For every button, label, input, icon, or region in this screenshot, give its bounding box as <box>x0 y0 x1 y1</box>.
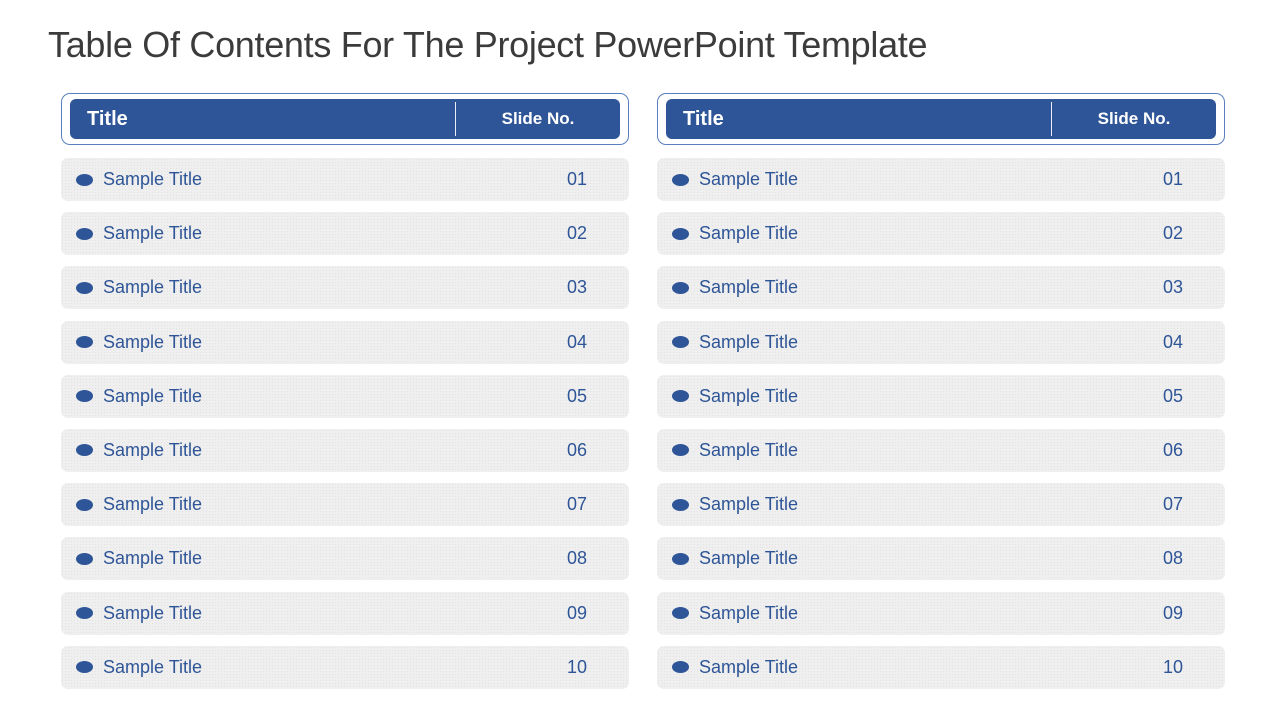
row-title: Sample Title <box>103 331 203 352</box>
toc-row: Sample Title 05 <box>61 374 629 418</box>
row-slide-number: 08 <box>566 548 587 569</box>
table-header-frame: Title Slide No. <box>657 93 1225 145</box>
toc-row: Sample Title 01 <box>61 158 629 201</box>
table-header: Title Slide No. <box>666 99 1216 139</box>
bullet-dot-icon <box>76 227 93 240</box>
row-slide-number: 09 <box>1162 602 1183 623</box>
toc-row: Sample Title 07 <box>657 483 1225 527</box>
slide-title: Table Of Contents For The Project PowerP… <box>48 24 928 65</box>
row-title: Sample Title <box>103 494 203 515</box>
bullet-dot-icon <box>76 552 93 565</box>
row-slide-number: 07 <box>1162 494 1183 515</box>
row-slide-number: 02 <box>566 223 587 244</box>
row-title: Sample Title <box>699 169 799 189</box>
bullet-dot-icon <box>672 390 689 403</box>
toc-row: Sample Title 06 <box>61 428 629 472</box>
row-slide-number: 08 <box>1162 548 1183 569</box>
row-title: Sample Title <box>699 494 799 515</box>
toc-table-left: Title Slide No. Sample Title 01 Sample Tit… <box>61 93 629 700</box>
toc-row: Sample Title 02 <box>61 212 629 256</box>
toc-row: Sample Title 06 <box>657 428 1225 472</box>
bullet-dot-icon <box>76 661 93 674</box>
toc-row: Sample Title 10 <box>657 645 1225 689</box>
row-title: Sample Title <box>699 385 799 406</box>
row-title: Sample Title <box>699 602 799 623</box>
row-title: Sample Title <box>103 385 203 406</box>
bullet-dot-icon <box>76 607 93 619</box>
row-slide-number: 01 <box>566 169 587 189</box>
row-slide-number: 03 <box>566 277 587 298</box>
header-divider <box>1051 102 1052 136</box>
bullet-dot-icon <box>672 498 689 511</box>
bullet-dot-icon <box>672 227 689 240</box>
row-title: Sample Title <box>699 656 799 677</box>
row-slide-number: 02 <box>1162 223 1183 244</box>
row-slide-number: 09 <box>566 602 587 623</box>
table-header: Title Slide No. <box>70 99 620 139</box>
toc-row: Sample Title 07 <box>61 483 629 527</box>
row-slide-number: 05 <box>566 385 587 406</box>
header-slide-no-label: Slide No. <box>1097 109 1171 128</box>
row-title: Sample Title <box>103 169 203 189</box>
row-title: Sample Title <box>699 331 799 352</box>
toc-row: Sample Title 04 <box>657 320 1225 364</box>
row-slide-number: 04 <box>566 331 587 352</box>
toc-row: Sample Title 03 <box>61 266 629 310</box>
bullet-dot-icon <box>672 661 689 674</box>
row-slide-number: 05 <box>1162 385 1183 406</box>
bullet-dot-icon <box>76 498 93 511</box>
row-slide-number: 04 <box>1162 331 1183 352</box>
toc-table-right: Title Slide No. Sample Title 01 Sample Tit… <box>657 93 1225 700</box>
toc-row: Sample Title 09 <box>61 591 629 635</box>
row-title: Sample Title <box>699 439 799 460</box>
toc-row: Sample Title 10 <box>61 645 629 689</box>
toc-row: Sample Title 01 <box>657 158 1225 201</box>
header-slide-no-label: Slide No. <box>501 109 575 128</box>
toc-rows: Sample Title 01 Sample Title 02 Sample Title… <box>657 158 1225 689</box>
toc-row: Sample Title 04 <box>61 320 629 364</box>
row-title: Sample Title <box>699 548 799 569</box>
toc-row: Sample Title 02 <box>657 212 1225 256</box>
bullet-dot-icon <box>672 444 689 457</box>
row-slide-number: 10 <box>566 656 587 677</box>
bullet-dot-icon <box>76 336 93 349</box>
bullet-dot-icon <box>672 607 689 619</box>
toc-row: Sample Title 08 <box>657 537 1225 581</box>
row-slide-number: 01 <box>1162 169 1183 189</box>
header-divider <box>455 102 456 136</box>
toc-rows: Sample Title 01 Sample Title 02 Sample Title… <box>61 158 629 689</box>
row-title: Sample Title <box>103 656 203 677</box>
toc-row: Sample Title 08 <box>61 537 629 581</box>
bullet-dot-icon <box>672 173 689 186</box>
row-title: Sample Title <box>699 223 799 244</box>
row-slide-number: 10 <box>1162 656 1183 677</box>
toc-row: Sample Title 03 <box>657 266 1225 310</box>
header-title-label: Title <box>683 107 724 130</box>
bullet-dot-icon <box>76 281 93 294</box>
toc-row: Sample Title 09 <box>657 591 1225 635</box>
bullet-dot-icon <box>672 336 689 349</box>
bullet-dot-icon <box>76 444 93 457</box>
header-title-label: Title <box>87 107 128 130</box>
row-slide-number: 03 <box>1162 277 1183 298</box>
row-title: Sample Title <box>103 602 203 623</box>
bullet-dot-icon <box>672 281 689 294</box>
row-slide-number: 06 <box>566 439 587 460</box>
bullet-dot-icon <box>76 390 93 403</box>
row-title: Sample Title <box>699 277 799 298</box>
row-title: Sample Title <box>103 277 203 298</box>
bullet-dot-icon <box>672 552 689 565</box>
table-header-frame: Title Slide No. <box>61 93 629 145</box>
row-slide-number: 06 <box>1162 439 1183 460</box>
row-title: Sample Title <box>103 548 203 569</box>
toc-row: Sample Title 05 <box>657 374 1225 418</box>
row-title: Sample Title <box>103 223 203 244</box>
row-slide-number: 07 <box>566 494 587 515</box>
row-title: Sample Title <box>103 439 203 460</box>
bullet-dot-icon <box>76 173 93 186</box>
